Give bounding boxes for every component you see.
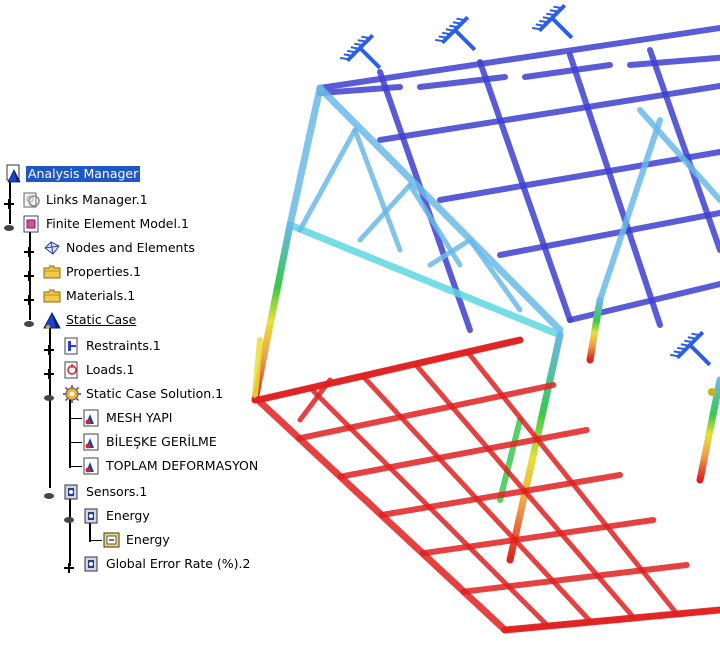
nodes-elements-icon — [42, 238, 62, 258]
floor-long-beam — [360, 373, 594, 625]
folder-icon — [42, 262, 62, 282]
collapse-toggle-sensors[interactable] — [44, 486, 54, 499]
tree-node-static-solution[interactable]: Static Case Solution.1 — [62, 384, 225, 404]
tree-label-properties: Properties.1 — [66, 264, 142, 279]
tree-label-loads: Loads.1 — [86, 362, 135, 377]
tree-label-static-solution: Static Case Solution.1 — [86, 386, 224, 401]
tree-node-mesh[interactable]: MESH YAPI — [82, 408, 174, 428]
result-image-icon — [82, 408, 102, 428]
frame-member — [522, 62, 613, 80]
tree-node-nodes-elements[interactable]: Nodes and Elements — [42, 238, 197, 258]
energy-parameter-icon — [102, 530, 122, 550]
tree-hline-stress — [70, 442, 82, 443]
load-icon — [62, 360, 82, 380]
static-case-icon — [42, 310, 62, 330]
expand-toggle-restraints[interactable] — [44, 340, 54, 355]
side-post — [597, 117, 663, 303]
frame-member — [417, 74, 508, 90]
restraint-symbol — [532, 3, 574, 40]
load-marker — [708, 388, 716, 396]
tree-node-materials[interactable]: Materials.1 — [42, 286, 137, 306]
tree-line-solution — [69, 400, 71, 468]
tree-node-analysis-manager[interactable]: Analysis Manager — [4, 164, 141, 184]
truss-lower-chord — [286, 221, 564, 339]
collapse-toggle-energy[interactable] — [64, 510, 74, 523]
restraint-symbol — [340, 33, 382, 70]
expand-toggle-loads[interactable] — [44, 364, 54, 379]
tree-label-energy-item: Energy — [126, 532, 170, 547]
frame-member — [627, 54, 720, 68]
tree-label-energy-folder: Energy — [106, 508, 150, 523]
tree-node-global-error-rate[interactable]: Global Error Rate (%).2 — [82, 554, 252, 574]
collapse-toggle-solution[interactable] — [44, 388, 54, 401]
tree-node-static-case[interactable]: Static Case — [42, 310, 138, 330]
sensor-icon — [82, 554, 102, 574]
roof-beam — [437, 149, 720, 203]
collapse-toggle-fem[interactable] — [4, 218, 14, 231]
column-segment — [497, 417, 523, 503]
specification-tree: Analysis Manager Links Manager.1 Finite … — [0, 160, 290, 580]
tree-label-nodes-elements: Nodes and Elements — [66, 240, 195, 255]
tree-label-restraints: Restraints.1 — [86, 338, 161, 353]
tree-node-loads[interactable]: Loads.1 — [62, 360, 136, 380]
finite-element-model-icon — [22, 214, 42, 234]
truss-diagonal — [357, 182, 413, 243]
result-image-icon — [82, 456, 102, 476]
tree-label-stress: BİLEŞKE GERİLME — [106, 434, 217, 449]
tree-node-finite-element-model[interactable]: Finite Element Model.1 — [22, 214, 191, 234]
tree-node-restraints[interactable]: Restraints.1 — [62, 336, 163, 356]
restraint-symbol — [670, 330, 712, 367]
tree-label-analysis-manager: Analysis Manager — [26, 166, 141, 182]
expand-toggle-nodes[interactable] — [24, 242, 34, 257]
truss-diagonal — [427, 237, 473, 268]
tree-label-materials: Materials.1 — [66, 288, 136, 303]
solution-gear-icon — [62, 384, 82, 404]
tree-line-sensors — [69, 498, 71, 566]
tree-label-links-manager: Links Manager.1 — [46, 192, 148, 207]
tree-hline-deformation — [70, 466, 82, 467]
tree-label-sensors: Sensors.1 — [86, 484, 148, 499]
tree-node-properties[interactable]: Properties.1 — [42, 262, 143, 282]
expand-toggle-properties[interactable] — [24, 266, 34, 281]
sensor-icon — [62, 482, 82, 502]
tree-node-energy-item[interactable]: Energy — [102, 530, 172, 550]
deformed-frame-model — [251, 25, 720, 634]
tree-node-energy-sensor[interactable]: Energy — [82, 506, 152, 526]
tree-label-global-error-rate: Global Error Rate (%).2 — [106, 556, 251, 571]
tree-label-static-case: Static Case — [66, 312, 137, 327]
floor-long-beam — [307, 385, 551, 629]
tree-node-links-manager[interactable]: Links Manager.1 — [22, 190, 150, 210]
column — [586, 296, 604, 364]
tree-label-fem: Finite Element Model.1 — [46, 216, 189, 231]
expand-toggle-materials[interactable] — [24, 290, 34, 305]
tree-hline-energy-item — [90, 540, 102, 541]
collapse-toggle-static-case[interactable] — [24, 314, 34, 327]
links-manager-icon — [22, 190, 42, 210]
tree-label-mesh: MESH YAPI — [106, 410, 173, 425]
tree-hline-mesh — [70, 418, 82, 419]
restraint-icon — [62, 336, 82, 356]
folder-icon — [42, 286, 62, 306]
tree-node-stress[interactable]: BİLEŞKE GERİLME — [82, 432, 219, 452]
sensor-icon — [82, 506, 102, 526]
expand-toggle-links[interactable] — [4, 194, 14, 209]
expand-toggle-error-rate[interactable] — [64, 558, 74, 573]
tree-node-sensors[interactable]: Sensors.1 — [62, 482, 149, 502]
result-image-icon — [82, 432, 102, 452]
analysis-document-icon — [4, 164, 24, 184]
tree-label-deformation: TOPLAM DEFORMASYON — [106, 458, 259, 473]
truss-chord — [316, 84, 564, 334]
tree-node-deformation[interactable]: TOPLAM DEFORMASYON — [82, 456, 260, 476]
restraint-symbol — [435, 15, 477, 52]
